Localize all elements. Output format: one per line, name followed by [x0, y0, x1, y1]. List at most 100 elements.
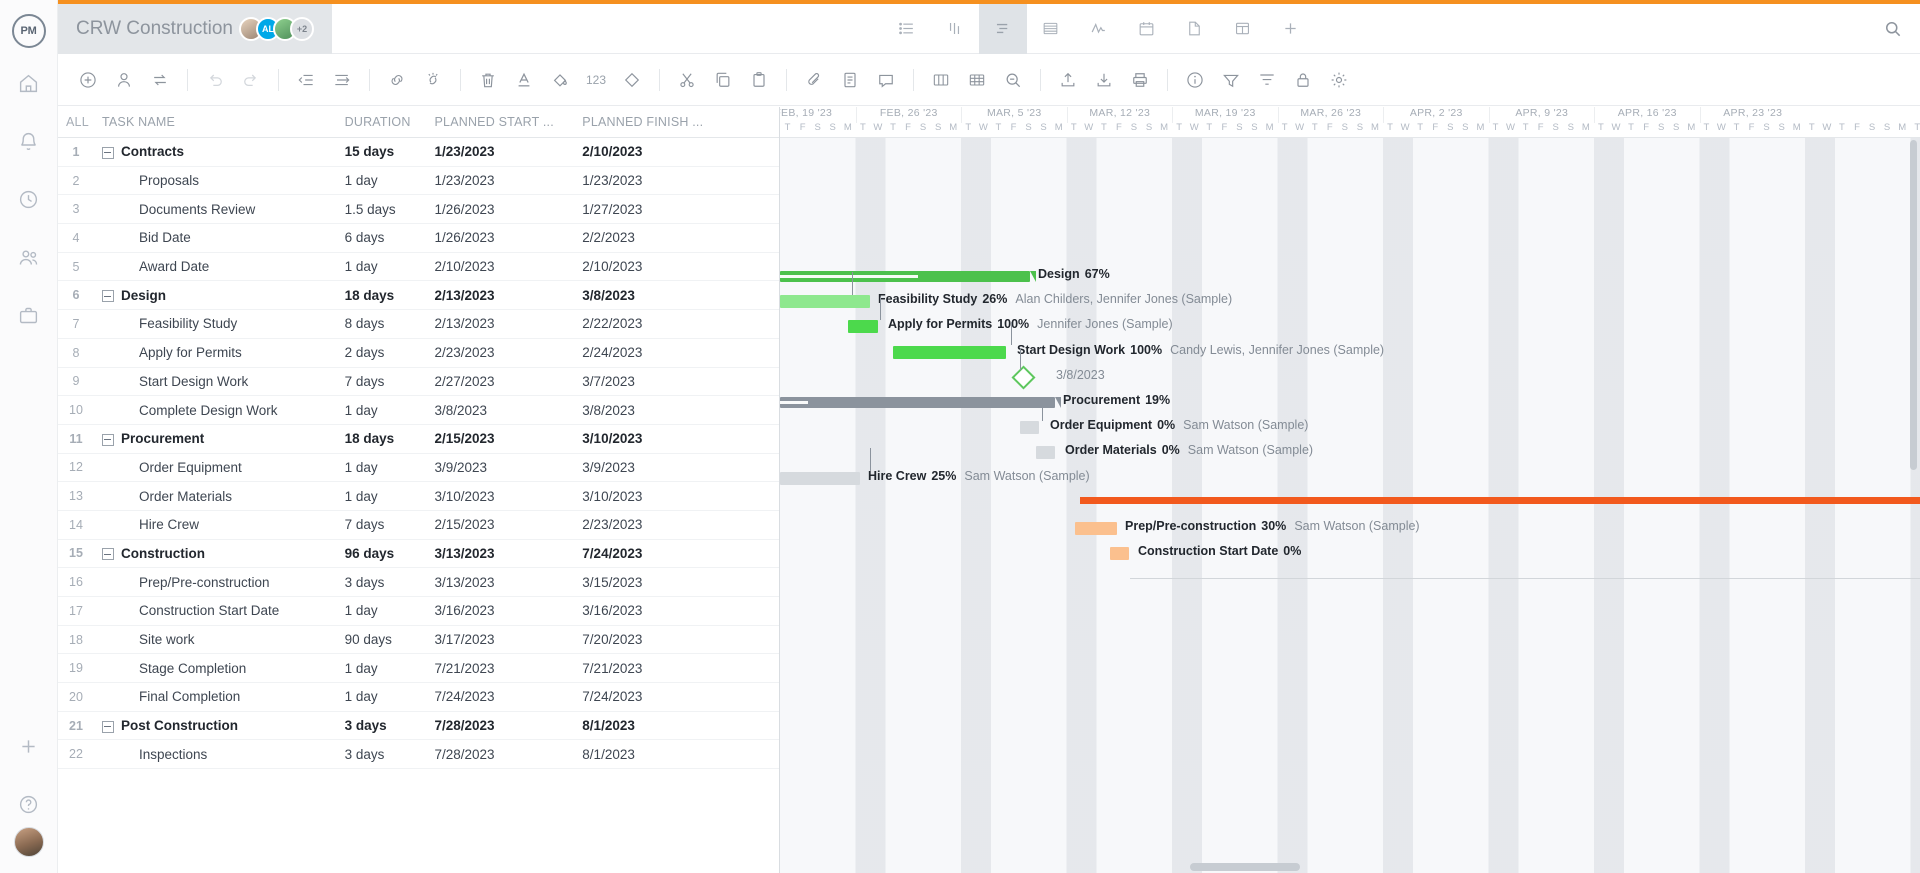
- table-row[interactable]: 22Inspections3 days7/28/20238/1/2023: [58, 740, 779, 769]
- table-row[interactable]: 17Construction Start Date1 day3/16/20233…: [58, 597, 779, 626]
- info-icon[interactable]: [1177, 62, 1213, 98]
- tab-add-view[interactable]: [1267, 4, 1315, 54]
- collapse-toggle-icon[interactable]: [102, 290, 114, 302]
- critical-path-icon[interactable]: [1213, 62, 1249, 98]
- people-icon[interactable]: [6, 234, 52, 280]
- column-header-name[interactable]: TASK NAME: [94, 115, 337, 129]
- collapse-toggle-icon[interactable]: [102, 721, 114, 733]
- gantt-task-bar[interactable]: [1110, 547, 1129, 560]
- table-row[interactable]: 5Award Date1 day2/10/20232/10/2023: [58, 253, 779, 282]
- table-row[interactable]: 15Construction96 days3/13/20237/24/2023: [58, 540, 779, 569]
- table-row[interactable]: 8Apply for Permits2 days2/23/20232/24/20…: [58, 339, 779, 368]
- gantt-summary-bar[interactable]: [780, 397, 1055, 408]
- link-tasks-icon[interactable]: [379, 62, 415, 98]
- indent-icon[interactable]: [324, 62, 360, 98]
- table-row[interactable]: 21Post Construction3 days7/28/20238/1/20…: [58, 712, 779, 741]
- table-row[interactable]: 12Order Equipment1 day3/9/20233/9/2023: [58, 454, 779, 483]
- gantt-task-bar[interactable]: [780, 295, 870, 308]
- gantt-summary-bar[interactable]: [780, 271, 1030, 282]
- collapse-toggle-icon[interactable]: [102, 147, 114, 159]
- table-row[interactable]: 10Complete Design Work1 day3/8/20233/8/2…: [58, 396, 779, 425]
- tab-workload-view[interactable]: [1075, 4, 1123, 54]
- gantt-bars-area[interactable]: Design67%Feasibility Study26%Alan Childe…: [780, 138, 1920, 873]
- tab-sheet-view[interactable]: [1027, 4, 1075, 54]
- avatar-group[interactable]: AL +2: [239, 17, 314, 41]
- table-row[interactable]: 7Feasibility Study8 days2/13/20232/22/20…: [58, 310, 779, 339]
- table-row[interactable]: 3Documents Review1.5 days1/26/20231/27/2…: [58, 195, 779, 224]
- column-header-duration[interactable]: DURATION: [337, 115, 427, 129]
- filter-icon[interactable]: [1249, 62, 1285, 98]
- table-row[interactable]: 14Hire Crew7 days2/15/20232/23/2023: [58, 511, 779, 540]
- project-tab[interactable]: CRW Construction AL +2: [58, 4, 332, 54]
- tab-calendar-view[interactable]: [1123, 4, 1171, 54]
- avatar-overflow[interactable]: +2: [290, 17, 314, 41]
- milestone-icon[interactable]: [614, 62, 650, 98]
- table-row[interactable]: 2Proposals1 day1/23/20231/23/2023: [58, 167, 779, 196]
- redo-icon[interactable]: [233, 62, 269, 98]
- help-icon[interactable]: [6, 781, 52, 827]
- gantt-chart[interactable]: FEB, 19 '23FEB, 26 '23MAR, 5 '23MAR, 12 …: [780, 107, 1920, 873]
- undo-icon[interactable]: [197, 62, 233, 98]
- collapse-toggle-icon[interactable]: [102, 548, 114, 560]
- copy-icon[interactable]: [705, 62, 741, 98]
- gantt-task-bar[interactable]: [780, 472, 860, 485]
- gantt-summary-bar[interactable]: [1080, 497, 1920, 504]
- user-avatar[interactable]: [14, 827, 44, 857]
- briefcase-icon[interactable]: [6, 292, 52, 338]
- text-format-icon[interactable]: [506, 62, 542, 98]
- horizontal-scrollbar[interactable]: [1050, 863, 1840, 871]
- unlink-tasks-icon[interactable]: [415, 62, 451, 98]
- search-icon[interactable]: [1866, 4, 1920, 54]
- table-row[interactable]: 19Stage Completion1 day7/21/20237/21/202…: [58, 654, 779, 683]
- column-header-all[interactable]: ALL: [58, 115, 94, 129]
- comments-icon[interactable]: [868, 62, 904, 98]
- vertical-scroll-thumb[interactable]: [1910, 140, 1917, 470]
- cut-icon[interactable]: [669, 62, 705, 98]
- notifications-icon[interactable]: [6, 118, 52, 164]
- tab-board-view[interactable]: [931, 4, 979, 54]
- zoom-icon[interactable]: [995, 62, 1031, 98]
- assign-resource-icon[interactable]: [106, 62, 142, 98]
- outdent-icon[interactable]: [288, 62, 324, 98]
- number-format-icon[interactable]: 123: [578, 62, 614, 98]
- table-icon[interactable]: [959, 62, 995, 98]
- task-grid[interactable]: ALL TASK NAME DURATION PLANNED START ...…: [58, 107, 780, 873]
- print-icon[interactable]: [1122, 62, 1158, 98]
- convert-task-icon[interactable]: [142, 62, 178, 98]
- table-row[interactable]: 11Procurement18 days2/15/20233/10/2023: [58, 425, 779, 454]
- fill-color-icon[interactable]: [542, 62, 578, 98]
- vertical-scrollbar[interactable]: [1910, 140, 1917, 760]
- column-header-planned-start[interactable]: PLANNED START ...: [427, 115, 575, 129]
- table-row[interactable]: 4Bid Date6 days1/26/20232/2/2023: [58, 224, 779, 253]
- attachment-icon[interactable]: [796, 62, 832, 98]
- table-row[interactable]: 9Start Design Work7 days2/27/20233/7/202…: [58, 368, 779, 397]
- table-row[interactable]: 16Prep/Pre-construction3 days3/13/20233/…: [58, 568, 779, 597]
- table-row[interactable]: 13Order Materials1 day3/10/20233/10/2023: [58, 482, 779, 511]
- paste-icon[interactable]: [741, 62, 777, 98]
- gantt-task-bar[interactable]: [1036, 446, 1055, 459]
- table-row[interactable]: 18Site work90 days3/17/20237/20/2023: [58, 626, 779, 655]
- import-icon[interactable]: [1050, 62, 1086, 98]
- delete-icon[interactable]: [470, 62, 506, 98]
- tab-gantt-view[interactable]: [979, 4, 1027, 54]
- table-row[interactable]: 6Design18 days2/13/20233/8/2023: [58, 281, 779, 310]
- column-header-planned-finish[interactable]: PLANNED FINISH ...: [574, 115, 779, 129]
- tab-dashboard-view[interactable]: [1219, 4, 1267, 54]
- gantt-task-bar[interactable]: [848, 320, 878, 333]
- notes-icon[interactable]: [832, 62, 868, 98]
- table-row[interactable]: 20Final Completion1 day7/24/20237/24/202…: [58, 683, 779, 712]
- app-logo[interactable]: PM: [12, 14, 46, 48]
- add-task-icon[interactable]: [70, 62, 106, 98]
- add-icon[interactable]: [6, 723, 52, 769]
- tab-pages-view[interactable]: [1171, 4, 1219, 54]
- columns-icon[interactable]: [923, 62, 959, 98]
- gantt-task-bar[interactable]: [893, 346, 1006, 359]
- lock-icon[interactable]: [1285, 62, 1321, 98]
- horizontal-scroll-thumb[interactable]: [1190, 863, 1300, 871]
- table-row[interactable]: 1Contracts15 days1/23/20232/10/2023: [58, 138, 779, 167]
- tab-list-view[interactable]: [883, 4, 931, 54]
- home-icon[interactable]: [6, 60, 52, 106]
- gantt-task-bar[interactable]: [1020, 421, 1039, 434]
- settings-gear-icon[interactable]: [1321, 62, 1357, 98]
- collapse-toggle-icon[interactable]: [102, 434, 114, 446]
